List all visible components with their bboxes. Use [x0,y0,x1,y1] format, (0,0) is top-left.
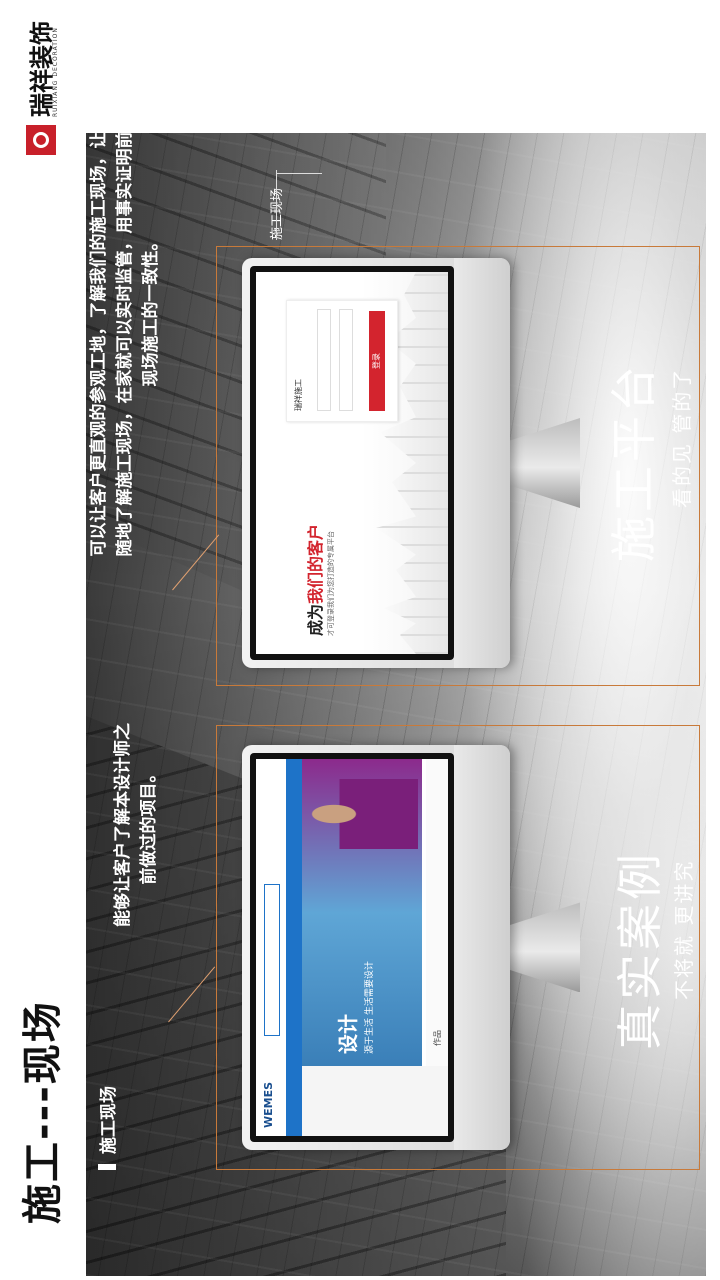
site-header: WEMES [256,759,287,1136]
monitor-chin [454,745,510,1150]
login-button: 登录 [369,311,385,411]
section-label: 施工现场 [94,1086,119,1170]
left-monitor: WEMES 设计 源于生活 生活需要设计 作品 [242,745,510,1150]
page-title: 施工---现场 [20,1000,66,1224]
login-subtext: 才可登录我们为您打造的专属平台 [327,531,335,636]
left-note: 能够让客户了解本设计师之前做过的项目。 [113,723,159,927]
site-banner-title: 设计 [336,1014,360,1054]
left-heading: 真实案例 [613,850,667,1050]
site-search [264,884,280,1036]
corner-line [276,170,277,240]
right-subheading: 看的见 管的了 [670,367,694,508]
login-headline-highlight: 我们的客户 [306,523,325,604]
login-brand: 瑞祥施工 [294,379,303,411]
login-headline-prefix: 成为 [306,603,325,636]
banner-person [306,779,418,849]
brand-logo: 瑞祥装饰 RUIXIANG DECORATION [20,5,80,155]
right-heading: 施工平台 [607,362,661,562]
password-field [339,309,353,411]
page: 施工---现场 瑞祥装饰 RUIXIANG DECORATION 施工现场 施工… [0,0,720,1280]
left-subheading: 不将就 更讲究 [672,859,696,1000]
section-bar-icon [97,1164,116,1170]
logo-mark-icon [26,125,56,155]
section-label-text: 施工现场 [99,1086,119,1154]
login-screenshot: 成为我们的客户 才可登录我们为您打造的专属平台 瑞祥施工 登录 [256,272,448,654]
site-footer-text: 作品 [433,1030,442,1046]
login-form: 瑞祥施工 登录 [286,300,398,422]
monitor-chin [454,258,510,668]
logo-en: RUIXIANG DECORATION [52,27,59,117]
site-sidebar [302,1066,448,1136]
right-note: 可以让客户更直观的参观工地，了解我们的施工现场，让客户随时随地了解施工现场，在家… [89,63,161,557]
corner-line [276,173,322,174]
website-screenshot: WEMES 设计 源于生活 生活需要设计 作品 [256,759,448,1136]
slide: 施工---现场 瑞祥装饰 RUIXIANG DECORATION 施工现场 施工… [0,0,720,1280]
site-footer: 作品 [426,759,448,1066]
site-logo: WEMES [262,1081,275,1128]
login-headline: 成为我们的客户 [302,524,326,636]
right-monitor: 成为我们的客户 才可登录我们为您打造的专属平台 瑞祥施工 登录 [242,258,510,668]
site-nav [286,759,302,1136]
site-banner-sub: 源于生活 生活需要设计 [365,961,375,1054]
site-banner: 设计 源于生活 生活需要设计 [302,759,422,1066]
username-field [317,309,331,411]
